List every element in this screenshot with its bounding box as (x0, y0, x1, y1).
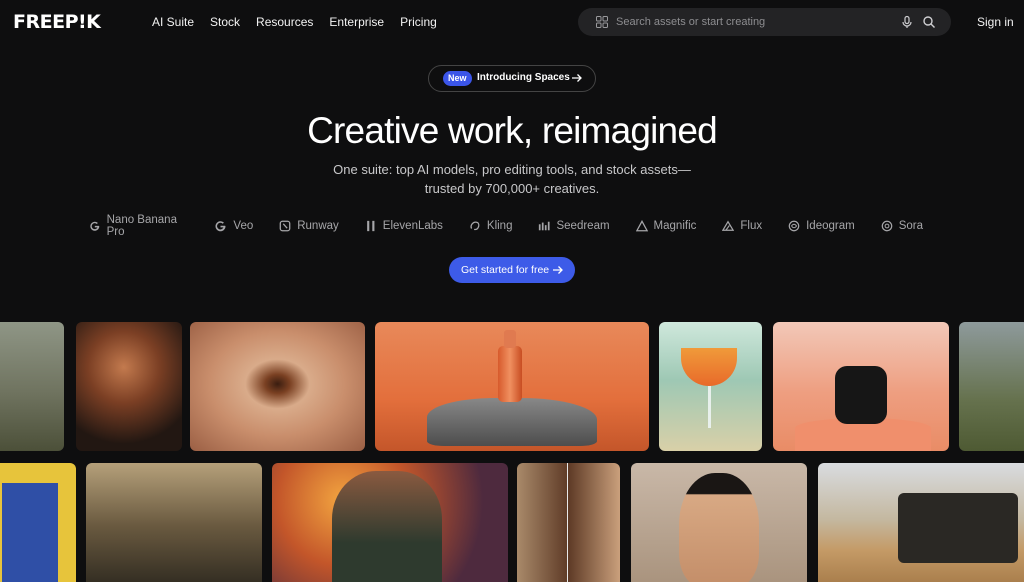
model-kling: Kling (469, 218, 512, 234)
arrow-right-icon (553, 266, 563, 274)
microphone-icon[interactable] (900, 15, 914, 29)
face (679, 473, 759, 582)
flux-icon (722, 220, 735, 231)
poster-blue-panel (2, 483, 58, 582)
hero-figure (332, 471, 442, 582)
gallery-image-earbuds[interactable] (773, 322, 949, 451)
model-elevenlabs: ElevenLabs (365, 218, 443, 234)
model-flux: Flux (722, 218, 762, 234)
gallery-image-sunglasses-portrait[interactable] (517, 463, 620, 582)
cocktail-stem (708, 386, 711, 428)
gallery-image-poster[interactable] (0, 463, 76, 582)
serum-bottle (498, 346, 522, 402)
ideogram-icon (788, 220, 800, 232)
earbuds-case (835, 366, 887, 424)
hero-subtitle-line2: trusted by 700,000+ creatives. (424, 181, 600, 196)
announcement-text: Introducing Spaces (477, 72, 570, 83)
google-icon (90, 221, 100, 231)
nav-enterprise[interactable]: Enterprise (329, 15, 384, 29)
gallery-image-cocktail[interactable] (659, 322, 762, 451)
model-seedream: Seedream (538, 218, 610, 234)
model-runway: Runway (279, 218, 339, 234)
serum-bottle-cap (504, 330, 516, 348)
split-line (567, 463, 568, 582)
get-started-button[interactable]: Get started for free (449, 257, 575, 283)
model-ideogram: Ideogram (788, 218, 855, 234)
freepik-logo[interactable]: FREEP!K (13, 11, 101, 33)
model-logos-row: Nano Banana Pro Veo Runway ElevenLabs Kl… (89, 214, 949, 238)
sora-icon (881, 220, 893, 232)
nav-resources[interactable]: Resources (256, 15, 313, 29)
hero-subtitle-line1: One suite: top AI models, pro editing to… (333, 162, 691, 177)
apps-grid-icon (596, 16, 608, 28)
magnific-icon (635, 220, 648, 232)
gallery-image-creature[interactable] (86, 463, 262, 582)
get-started-label: Get started for free (461, 264, 550, 276)
sign-in-link[interactable]: Sign in (977, 15, 1014, 29)
new-badge: New (443, 71, 472, 86)
gallery-image-action-hero[interactable] (272, 463, 508, 582)
model-sora: Sora (881, 218, 923, 234)
search-icon[interactable] (922, 15, 936, 29)
gallery-image-field[interactable] (959, 322, 1024, 451)
truck (898, 493, 1018, 563)
hero-subtitle: One suite: top AI models, pro editing to… (312, 160, 712, 198)
top-header: FREEP!K AI Suite Stock Resources Enterpr… (0, 0, 1024, 44)
google-icon (215, 220, 226, 231)
main-nav: AI Suite Stock Resources Enterprise Pric… (152, 15, 453, 29)
kling-icon (470, 221, 480, 231)
seedream-icon (539, 221, 551, 231)
nav-ai-suite[interactable]: AI Suite (152, 15, 194, 29)
search-bar[interactable] (578, 8, 951, 36)
gallery-image-offroad-truck[interactable] (818, 463, 1024, 582)
arrow-right-icon (572, 74, 582, 82)
nav-stock[interactable]: Stock (210, 15, 240, 29)
rock-pedestal (427, 398, 597, 446)
elevenlabs-icon (366, 220, 375, 232)
model-nano-banana-pro: Nano Banana Pro (89, 214, 188, 238)
model-veo: Veo (214, 218, 253, 234)
model-magnific: Magnific (635, 218, 696, 234)
nav-pricing[interactable]: Pricing (400, 15, 437, 29)
announcement-pill[interactable]: New Introducing Spaces (428, 65, 596, 92)
gallery-image-landscape-left[interactable] (0, 322, 64, 451)
gallery-image-serum-bottle[interactable] (375, 322, 649, 451)
hero-title: Creative work, reimagined (307, 110, 718, 151)
search-input[interactable] (616, 12, 886, 32)
runway-icon (279, 220, 291, 232)
gallery-image-eye-closeup[interactable] (190, 322, 365, 451)
gallery-image-man-portrait[interactable] (631, 463, 807, 582)
cocktail-glass (681, 348, 737, 386)
gallery-image-cartoon-character[interactable] (76, 322, 182, 451)
